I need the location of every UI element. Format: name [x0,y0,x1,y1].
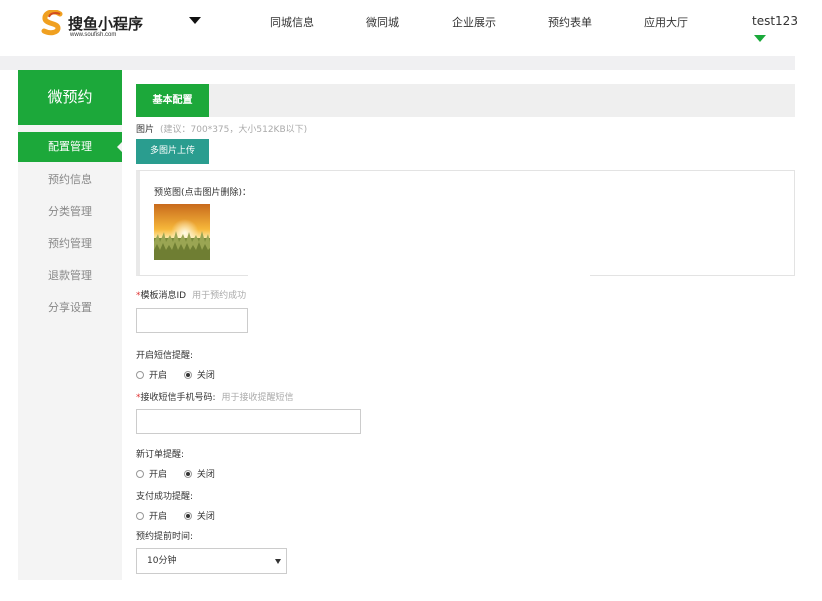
radio-icon[interactable] [136,371,144,379]
template-id-label: *模板消息ID 用于预约成功 [136,291,247,301]
sms-phone-text: 接收短信手机号码: [140,393,216,403]
sidebar-item-category[interactable]: 分类管理 [18,197,122,227]
pay-success-off[interactable]: 关闭 [183,509,215,522]
logo-s-icon [41,10,63,36]
new-order-off[interactable]: 关闭 [183,467,215,480]
preview-label: 预览图(点击图片删除)： [154,188,252,198]
sms-reminder-radio-group: 开启 关闭 [136,368,229,381]
nav-item-local-info[interactable]: 同城信息 [270,14,314,30]
advance-time-value: 10分钟 [147,556,177,566]
sidebar-item-share[interactable]: 分享设置 [18,293,122,323]
sms-reminder-label: 开启短信提醒: [136,351,194,361]
sidebar-item-refund[interactable]: 退款管理 [18,261,122,291]
nav-item-app-hall[interactable]: 应用大厅 [644,14,688,30]
sms-phone-input[interactable] [136,409,361,434]
pay-success-on[interactable]: 开启 [136,509,167,522]
template-id-hint: 用于预约成功 [192,291,247,301]
user-menu-caret-icon[interactable] [754,35,766,42]
select-arrow-icon [275,559,281,564]
tab-bar: 基本配置 [136,84,795,117]
image-label: 图片 [136,125,155,135]
header-divider [0,56,795,70]
preview-image[interactable] [154,204,210,260]
sidebar-item-booking-info[interactable]: 预约信息 [18,165,122,195]
sidebar-item-booking-manage[interactable]: 预约管理 [18,229,122,259]
new-order-on[interactable]: 开启 [136,467,167,480]
radio-icon[interactable] [136,512,144,520]
brand-name: 搜鱼小程序 [68,15,144,33]
tab-basic-config[interactable]: 基本配置 [136,84,209,117]
new-order-label: 新订单提醒: [136,450,185,460]
radio-checked-icon[interactable] [183,512,192,520]
new-order-radio-group: 开启 关闭 [136,467,229,480]
nav-item-company[interactable]: 企业展示 [452,14,496,30]
main-content: 基本配置 图片 (建议：700*375，大小512KB以下) 多图片上传 预览图(… [122,70,795,580]
pay-success-label: 支付成功提醒: [136,492,194,502]
pay-success-radio-group: 开启 关闭 [136,509,229,522]
sms-phone-label: *接收短信手机号码: 用于接收提醒短信 [136,393,294,403]
nav-dropdown-caret-icon[interactable] [189,17,201,24]
brand-site: www.soufish.com [70,32,117,38]
user-name[interactable]: test123 [752,14,798,28]
template-id-text: 模板消息ID [140,291,187,301]
sidebar-item-config[interactable]: 配置管理 [18,132,123,162]
sms-phone-hint: 用于接收提醒短信 [221,393,294,403]
template-id-input[interactable] [136,308,248,333]
page: 搜鱼小程序 www.soufish.com 同城信息 微同城 企业展示 预约表单… [0,0,822,601]
brand-logo[interactable]: 搜鱼小程序 www.soufish.com [40,10,144,42]
top-navbar: 搜鱼小程序 www.soufish.com 同城信息 微同城 企业展示 预约表单… [0,0,798,56]
sunset-field-image [154,204,210,260]
nav-item-micro-city[interactable]: 微同城 [366,14,399,30]
advance-time-select[interactable]: 10分钟 [136,548,287,574]
preview-overlay [248,266,590,282]
sms-reminder-off[interactable]: 关闭 [183,368,215,381]
radio-icon[interactable] [136,470,144,478]
radio-checked-icon[interactable] [183,371,192,379]
radio-checked-icon[interactable] [183,470,192,478]
preview-panel: 预览图(点击图片删除)： [136,170,795,276]
sidebar-title: 微预约 [18,70,122,125]
image-field-label: 图片 (建议：700*375，大小512KB以下) [136,122,307,135]
nav-item-booking-form[interactable]: 预约表单 [548,14,592,30]
sms-reminder-on[interactable]: 开启 [136,368,167,381]
image-hint: (建议：700*375，大小512KB以下) [160,125,308,135]
advance-time-label: 预约提前时间: [136,532,194,542]
multi-image-upload-button[interactable]: 多图片上传 [136,139,209,164]
sidebar: 微预约 配置管理 预约信息 分类管理 预约管理 退款管理 分享设置 [18,70,123,580]
